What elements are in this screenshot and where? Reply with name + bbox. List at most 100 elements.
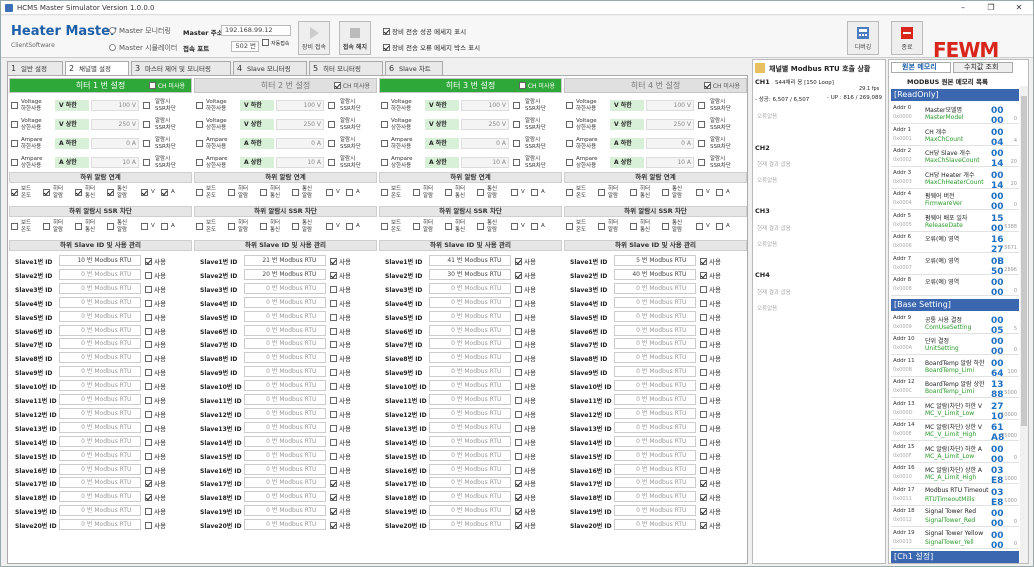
ssr-cut-heater-alarm-checkbox[interactable] <box>598 223 605 230</box>
slave-id-input[interactable]: 0 번 Modbus RTU <box>429 324 511 336</box>
slave-use-checkbox[interactable]: 사용 <box>700 284 721 294</box>
slave-id-input[interactable]: 0 번 Modbus RTU <box>59 394 141 405</box>
slave-id-input[interactable]: 0 번 Modbus RTU <box>59 435 141 447</box>
alarm-link-heater-alarm-checkbox[interactable] <box>598 189 605 196</box>
register-row[interactable]: Addr 5 0x0005 펌웨어 배포 일자 ReleaseDate 15 00 538… <box>891 211 1019 234</box>
ssr-cut-heater-comm-checkbox[interactable] <box>260 223 267 230</box>
limit-use-checkbox[interactable] <box>566 121 573 128</box>
ssr-cut-a-checkbox[interactable] <box>531 223 538 230</box>
slave-id-input[interactable]: 0 번 Modbus RTU <box>244 421 326 433</box>
slave-use-checkbox[interactable]: 사용 <box>145 381 166 391</box>
slave-id-input[interactable]: 0 번 Modbus RTU <box>614 324 696 336</box>
slave-id-input[interactable]: 0 번 Modbus RTU <box>244 310 326 322</box>
alarm-link-comm-alarm-checkbox[interactable] <box>662 189 669 196</box>
slave-use-checkbox[interactable]: 사용 <box>515 409 536 419</box>
slave-use-checkbox[interactable]: 사용 <box>700 367 721 377</box>
alarm-ssr-checkbox[interactable] <box>143 140 150 147</box>
channel-unused-checkbox[interactable]: CH 미사용 <box>148 82 185 91</box>
channel-unused-checkbox[interactable]: CH 미사용 <box>518 82 555 91</box>
slave-use-checkbox[interactable]: 사용 <box>700 353 721 363</box>
success-message-checkbox[interactable]: 장비 전송 성공 메세지 표시 <box>383 26 466 36</box>
slave-id-input[interactable]: 0 번 Modbus RTU <box>244 449 326 461</box>
alarm-link-comm-alarm-checkbox[interactable] <box>107 189 114 196</box>
register-row[interactable]: Addr 12 0x000C BoardTemp 알람 상한 BoardTemp_Li… <box>891 377 1019 400</box>
limit-use-checkbox[interactable] <box>11 102 18 109</box>
slave-use-checkbox[interactable]: 사용 <box>515 284 536 294</box>
slave-id-input[interactable]: 0 번 Modbus RTU <box>429 463 511 475</box>
alarm-link-heater-comm-checkbox[interactable] <box>75 189 82 196</box>
limit-value-input[interactable]: 250 V <box>276 119 324 130</box>
slave-use-checkbox[interactable]: 사용 <box>330 284 351 294</box>
alarm-ssr-checkbox[interactable] <box>513 159 520 166</box>
tab-value-query[interactable]: 수치값 조회 <box>953 62 1013 73</box>
slave-id-input[interactable]: 0 번 Modbus RTU <box>614 407 696 419</box>
scrollbar-thumb[interactable] <box>1021 96 1027 426</box>
alarm-link-v-checkbox[interactable] <box>696 189 703 196</box>
limit-value-input[interactable]: 250 V <box>91 119 139 130</box>
alarm-link-board-temp-checkbox[interactable] <box>196 189 203 196</box>
master-address-input[interactable]: 192.168.99.12 <box>221 25 291 36</box>
alarm-link-comm-alarm-checkbox[interactable] <box>292 189 299 196</box>
slave-id-input[interactable]: 0 번 Modbus RTU <box>244 380 326 392</box>
slave-id-input[interactable]: 0 번 Modbus RTU <box>244 338 326 350</box>
slave-id-input[interactable]: 0 번 Modbus RTU <box>244 282 326 294</box>
ssr-cut-heater-comm-checkbox[interactable] <box>630 223 637 230</box>
slave-use-checkbox[interactable]: 사용 <box>700 492 721 502</box>
slave-use-checkbox[interactable]: 사용 <box>515 270 536 280</box>
slave-use-checkbox[interactable]: 사용 <box>145 465 166 475</box>
tab-heater-monitoring[interactable]: 5 히터 모니터링 <box>309 61 383 75</box>
ssr-cut-heater-alarm-checkbox[interactable] <box>43 223 50 230</box>
alarm-ssr-checkbox[interactable] <box>513 121 520 128</box>
slave-id-input[interactable]: 0 번 Modbus RTU <box>614 519 696 531</box>
limit-use-checkbox[interactable] <box>566 140 573 147</box>
slave-use-checkbox[interactable]: 사용 <box>515 395 536 405</box>
alarm-link-board-temp-checkbox[interactable] <box>11 189 18 196</box>
slave-id-input[interactable]: 0 번 Modbus RTU <box>429 338 511 350</box>
limit-value-input[interactable]: 10 A <box>461 157 509 168</box>
alarm-ssr-checkbox[interactable] <box>143 159 150 166</box>
slave-id-input[interactable]: 0 번 Modbus RTU <box>429 394 511 405</box>
alarm-ssr-checkbox[interactable] <box>698 159 705 166</box>
slave-use-checkbox[interactable]: 사용 <box>515 478 536 488</box>
slave-use-checkbox[interactable]: 사용 <box>700 506 721 516</box>
ssr-cut-v-checkbox[interactable] <box>511 223 518 230</box>
limit-value-input[interactable]: 0 A <box>461 138 509 149</box>
register-row[interactable]: Addr 17 0x0011 Modbus RTU Timeout RTUTimeou… <box>891 485 1019 508</box>
alarm-link-v-checkbox[interactable] <box>141 189 148 196</box>
register-row[interactable]: Addr 11 0x000B BoardTemp 알람 하한 BoardTemp_Li… <box>891 356 1019 379</box>
limit-use-checkbox[interactable] <box>381 140 388 147</box>
slave-use-checkbox[interactable]: 사용 <box>145 492 166 502</box>
alarm-link-heater-alarm-checkbox[interactable] <box>43 189 50 196</box>
alarm-ssr-checkbox[interactable] <box>328 140 335 147</box>
slave-use-checkbox[interactable]: 사용 <box>330 326 351 336</box>
slave-id-input[interactable]: 0 번 Modbus RTU <box>429 296 511 308</box>
slave-id-input[interactable]: 0 번 Modbus RTU <box>614 394 696 405</box>
slave-id-input[interactable]: 0 번 Modbus RTU <box>614 449 696 461</box>
ssr-cut-v-checkbox[interactable] <box>141 223 148 230</box>
alarm-ssr-checkbox[interactable] <box>698 102 705 109</box>
alarm-link-comm-alarm-checkbox[interactable] <box>477 189 484 196</box>
slave-use-checkbox[interactable]: 사용 <box>700 395 721 405</box>
slave-use-checkbox[interactable]: 사용 <box>515 298 536 308</box>
register-row[interactable]: Addr 10 0x000A 단위 결정 UnitSetting 00 00 0 <box>891 334 1019 357</box>
slave-id-input[interactable]: 0 번 Modbus RTU <box>59 296 141 308</box>
limit-use-checkbox[interactable] <box>196 140 203 147</box>
register-row[interactable]: Addr 9 0x0009 공통 사용 결정 ComUseSetting 00 05 5 <box>891 313 1019 336</box>
slave-id-input[interactable]: 0 번 Modbus RTU <box>59 352 141 364</box>
slave-use-checkbox[interactable]: 사용 <box>330 437 351 447</box>
register-row[interactable]: Addr 15 0x000F MC 알람(차단) 하한 A MC_A_Limit_Lo… <box>891 442 1019 465</box>
slave-id-input[interactable]: 0 번 Modbus RTU <box>429 407 511 419</box>
radio-master-simulator[interactable]: Master 시뮬레이터 <box>109 43 177 53</box>
register-row[interactable]: Addr 3 0x0003 CH당 Heater 개수 MaxChHeaterCoun… <box>891 168 1019 191</box>
alarm-ssr-checkbox[interactable] <box>328 121 335 128</box>
channel-unused-checkbox[interactable]: CH 미사용 <box>703 82 740 91</box>
alarm-ssr-checkbox[interactable] <box>328 159 335 166</box>
slave-use-checkbox[interactable]: 사용 <box>700 409 721 419</box>
slave-use-checkbox[interactable]: 사용 <box>330 312 351 322</box>
limit-value-input[interactable]: 250 V <box>646 119 694 130</box>
ssr-cut-a-checkbox[interactable] <box>716 223 723 230</box>
slave-use-checkbox[interactable]: 사용 <box>330 367 351 377</box>
slave-id-input[interactable]: 0 번 Modbus RTU <box>614 477 696 489</box>
limit-use-checkbox[interactable] <box>196 159 203 166</box>
slave-id-input[interactable]: 41 번 Modbus RTU <box>429 255 511 266</box>
